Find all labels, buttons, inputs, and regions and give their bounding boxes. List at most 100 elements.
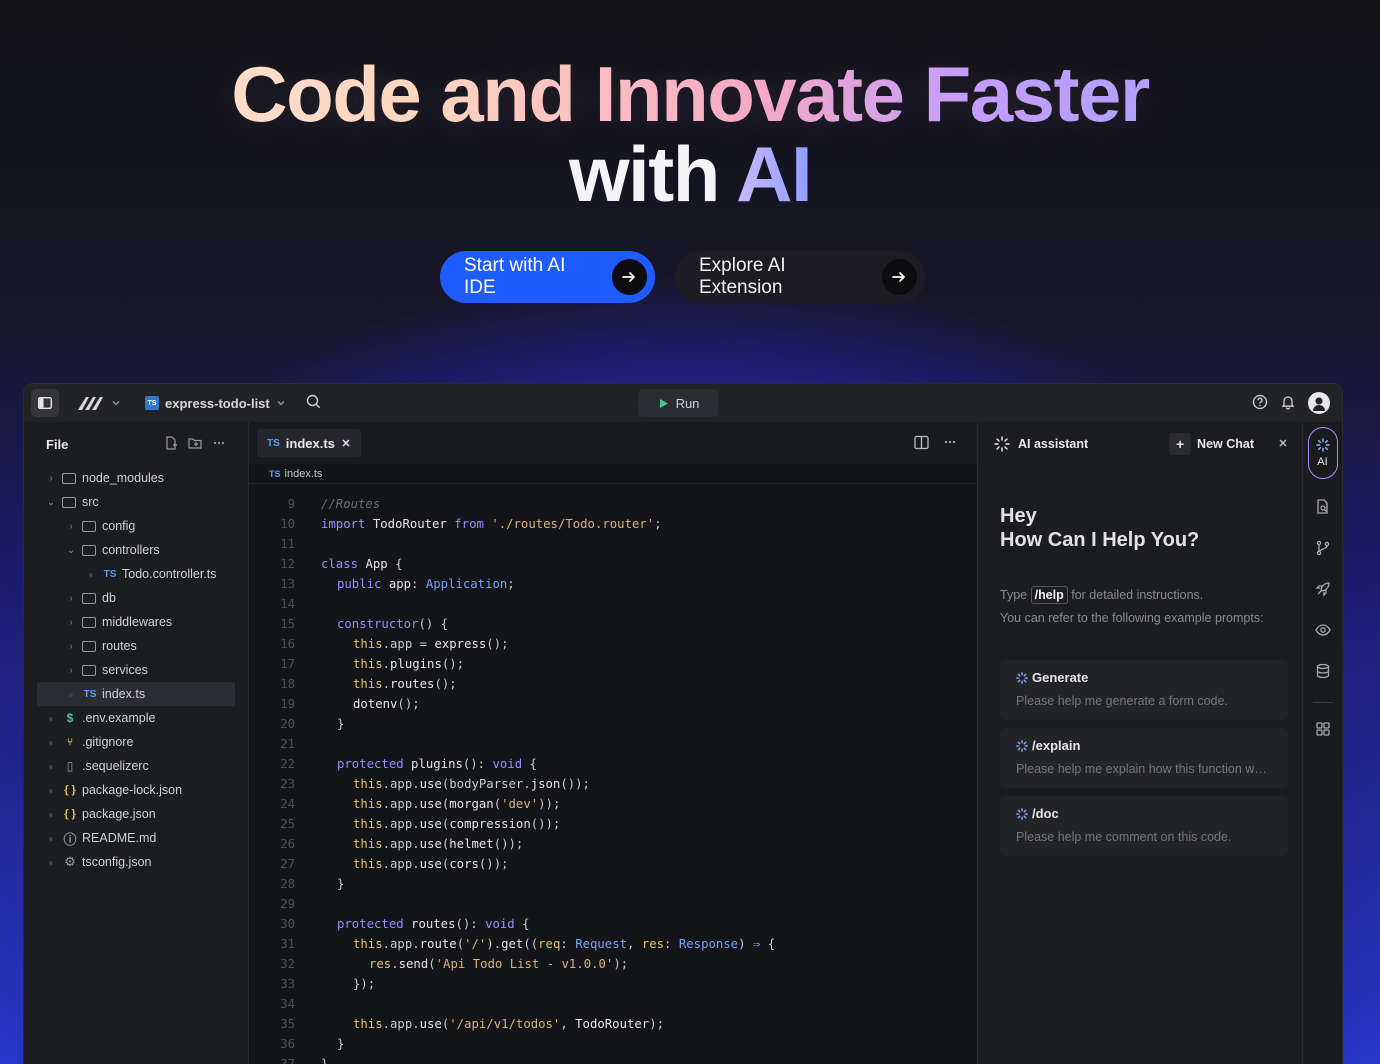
new-folder-icon[interactable] xyxy=(188,436,202,453)
more-icon[interactable] xyxy=(943,435,957,455)
json-icon: { } xyxy=(64,784,76,796)
line-number: 26 xyxy=(280,837,295,851)
chevron-down-icon: ⌄ xyxy=(66,544,76,556)
avatar[interactable] xyxy=(1308,392,1330,414)
explore-ai-extension-button[interactable]: Explore AI Extension xyxy=(675,251,925,303)
tree-item[interactable]: ⌄ controllers xyxy=(24,538,248,562)
tree-item-label: db xyxy=(102,591,116,605)
breadcrumb[interactable]: TS index.ts xyxy=(249,464,977,484)
explore-ai-extension-label: Explore AI Extension xyxy=(699,255,786,298)
code-line: 10 import TodoRouter from './routes/Todo.… xyxy=(249,514,977,534)
tree-item-label: src xyxy=(82,495,99,509)
tree-item[interactable]: $ .env.example xyxy=(24,706,248,730)
prompt-card[interactable]: Generate Please help me generate a form c… xyxy=(1000,660,1288,720)
sidebar-toggle-icon[interactable] xyxy=(31,389,59,417)
bell-icon[interactable] xyxy=(1280,394,1296,413)
line-number: 28 xyxy=(280,877,295,891)
tree-item-label: index.ts xyxy=(102,687,146,701)
new-file-icon[interactable] xyxy=(164,435,178,453)
split-editor-icon[interactable] xyxy=(914,435,929,455)
assistant-title: AI assistant xyxy=(1018,437,1089,451)
help-icon[interactable] xyxy=(1252,394,1268,413)
tree-item[interactable]: ⚙ tsconfig.json xyxy=(24,850,248,874)
code-line: 13 public app: Application; xyxy=(249,574,977,594)
search-icon[interactable] xyxy=(306,394,321,412)
tree-item[interactable]: TS index.ts xyxy=(37,682,235,706)
tree-item[interactable]: › middlewares xyxy=(24,610,248,634)
tree-item[interactable]: { } package.json xyxy=(24,802,248,826)
headline-line-1: Code and Innovate Faster xyxy=(0,54,1380,134)
help-prefix: Type xyxy=(1000,588,1028,602)
prompt-title: /doc xyxy=(1016,806,1272,821)
chevron-down-icon xyxy=(112,401,120,406)
git-branch-icon[interactable] xyxy=(1315,540,1331,561)
code-text: this.app.use(bodyParser.json()); xyxy=(353,777,590,791)
chevron-down-icon xyxy=(277,401,285,406)
headline-line-2: with AI xyxy=(0,134,1380,214)
code-line: 29 xyxy=(249,894,977,914)
right-activity-rail: AI xyxy=(1302,422,1342,1064)
line-number: 10 xyxy=(280,517,295,531)
code-text: } xyxy=(337,1037,345,1051)
tree-item[interactable]: › db xyxy=(24,586,248,610)
code-line: 23 this.app.use(bodyParser.json()); xyxy=(249,774,977,794)
line-number: 31 xyxy=(280,937,295,951)
tree-item[interactable]: ▯ .sequelizerc xyxy=(24,754,248,778)
project-selector[interactable]: TS express-todo-list xyxy=(145,396,286,411)
code-text: this.app.use(compression()); xyxy=(353,817,561,831)
app-logo[interactable] xyxy=(77,395,121,411)
ai-rail-button[interactable]: AI xyxy=(1307,427,1338,479)
code-text: } xyxy=(321,1057,329,1064)
tree-item-label: .gitignore xyxy=(82,735,134,749)
close-icon[interactable] xyxy=(341,436,351,451)
tree-dot xyxy=(44,785,58,796)
new-chat-button[interactable]: + New Chat xyxy=(1169,433,1254,455)
ai-sparkle-icon xyxy=(1016,671,1028,684)
database-icon[interactable] xyxy=(1315,663,1331,684)
code-editor: TS index.ts TS index.ts 9 //Routes 10 impor… xyxy=(248,422,978,1064)
tree-item[interactable]: TS Todo.controller.ts xyxy=(24,562,248,586)
code-area[interactable]: 9 //Routes 10 import TodoRouter from './rou… xyxy=(249,484,977,1064)
eye-icon[interactable] xyxy=(1314,622,1331,643)
tab-index-ts[interactable]: TS index.ts xyxy=(257,429,361,457)
tree-item[interactable]: ⑂ .gitignore xyxy=(24,730,248,754)
tree-dot xyxy=(44,857,58,868)
tree-item-label: config xyxy=(102,519,136,533)
code-line: 18 this.routes(); xyxy=(249,674,977,694)
tree-item[interactable]: ⌄ src xyxy=(24,490,248,514)
greeting-line-2: How Can I Help You? xyxy=(1000,529,1200,551)
close-icon[interactable] xyxy=(1278,437,1288,451)
folder-icon xyxy=(82,544,96,556)
code-line: 33}); xyxy=(249,974,977,994)
prompt-card[interactable]: /explain Please help me explain how this … xyxy=(1000,728,1288,788)
tree-item[interactable]: › config xyxy=(24,514,248,538)
tree-item[interactable]: ⓘ README.md xyxy=(24,826,248,850)
explorer-header: File xyxy=(24,422,248,466)
start-ai-ide-button[interactable]: Start with AI IDE xyxy=(440,251,655,303)
help-command[interactable]: /help xyxy=(1030,586,1068,604)
help-line-2: You can refer to the following example p… xyxy=(1000,611,1264,625)
plus-icon: + xyxy=(1169,433,1192,455)
code-line: 28} xyxy=(249,874,977,894)
tree-item[interactable]: › node_modules xyxy=(24,466,248,490)
grid-apps-icon[interactable] xyxy=(1315,721,1331,742)
more-icon[interactable] xyxy=(212,436,226,453)
prompt-card[interactable]: /doc Please help me comment on this code. xyxy=(1000,796,1288,856)
ts-file-icon: TS xyxy=(269,468,281,479)
hero-headline: Code and Innovate Faster with AI xyxy=(0,54,1380,214)
code-text: } xyxy=(337,877,345,891)
editor-actions xyxy=(914,435,957,455)
tree-item[interactable]: { } package-lock.json xyxy=(24,778,248,802)
cta-row: Start with AI IDE Explore AI Extension xyxy=(440,251,925,303)
tree-item[interactable]: › routes xyxy=(24,634,248,658)
file-search-icon[interactable] xyxy=(1315,499,1331,520)
file-tree: › node_modules ⌄ src › config ⌄ controllers TS To… xyxy=(24,466,248,874)
tree-item[interactable]: › services xyxy=(24,658,248,682)
chevron-right-icon: › xyxy=(69,640,73,652)
line-number: 37 xyxy=(280,1057,295,1064)
titlebar-right xyxy=(1252,392,1330,414)
tree-item-label: .env.example xyxy=(82,711,156,725)
rocket-icon[interactable] xyxy=(1314,581,1331,602)
code-line: 26 this.app.use(helmet()); xyxy=(249,834,977,854)
run-button[interactable]: Run xyxy=(638,389,718,417)
